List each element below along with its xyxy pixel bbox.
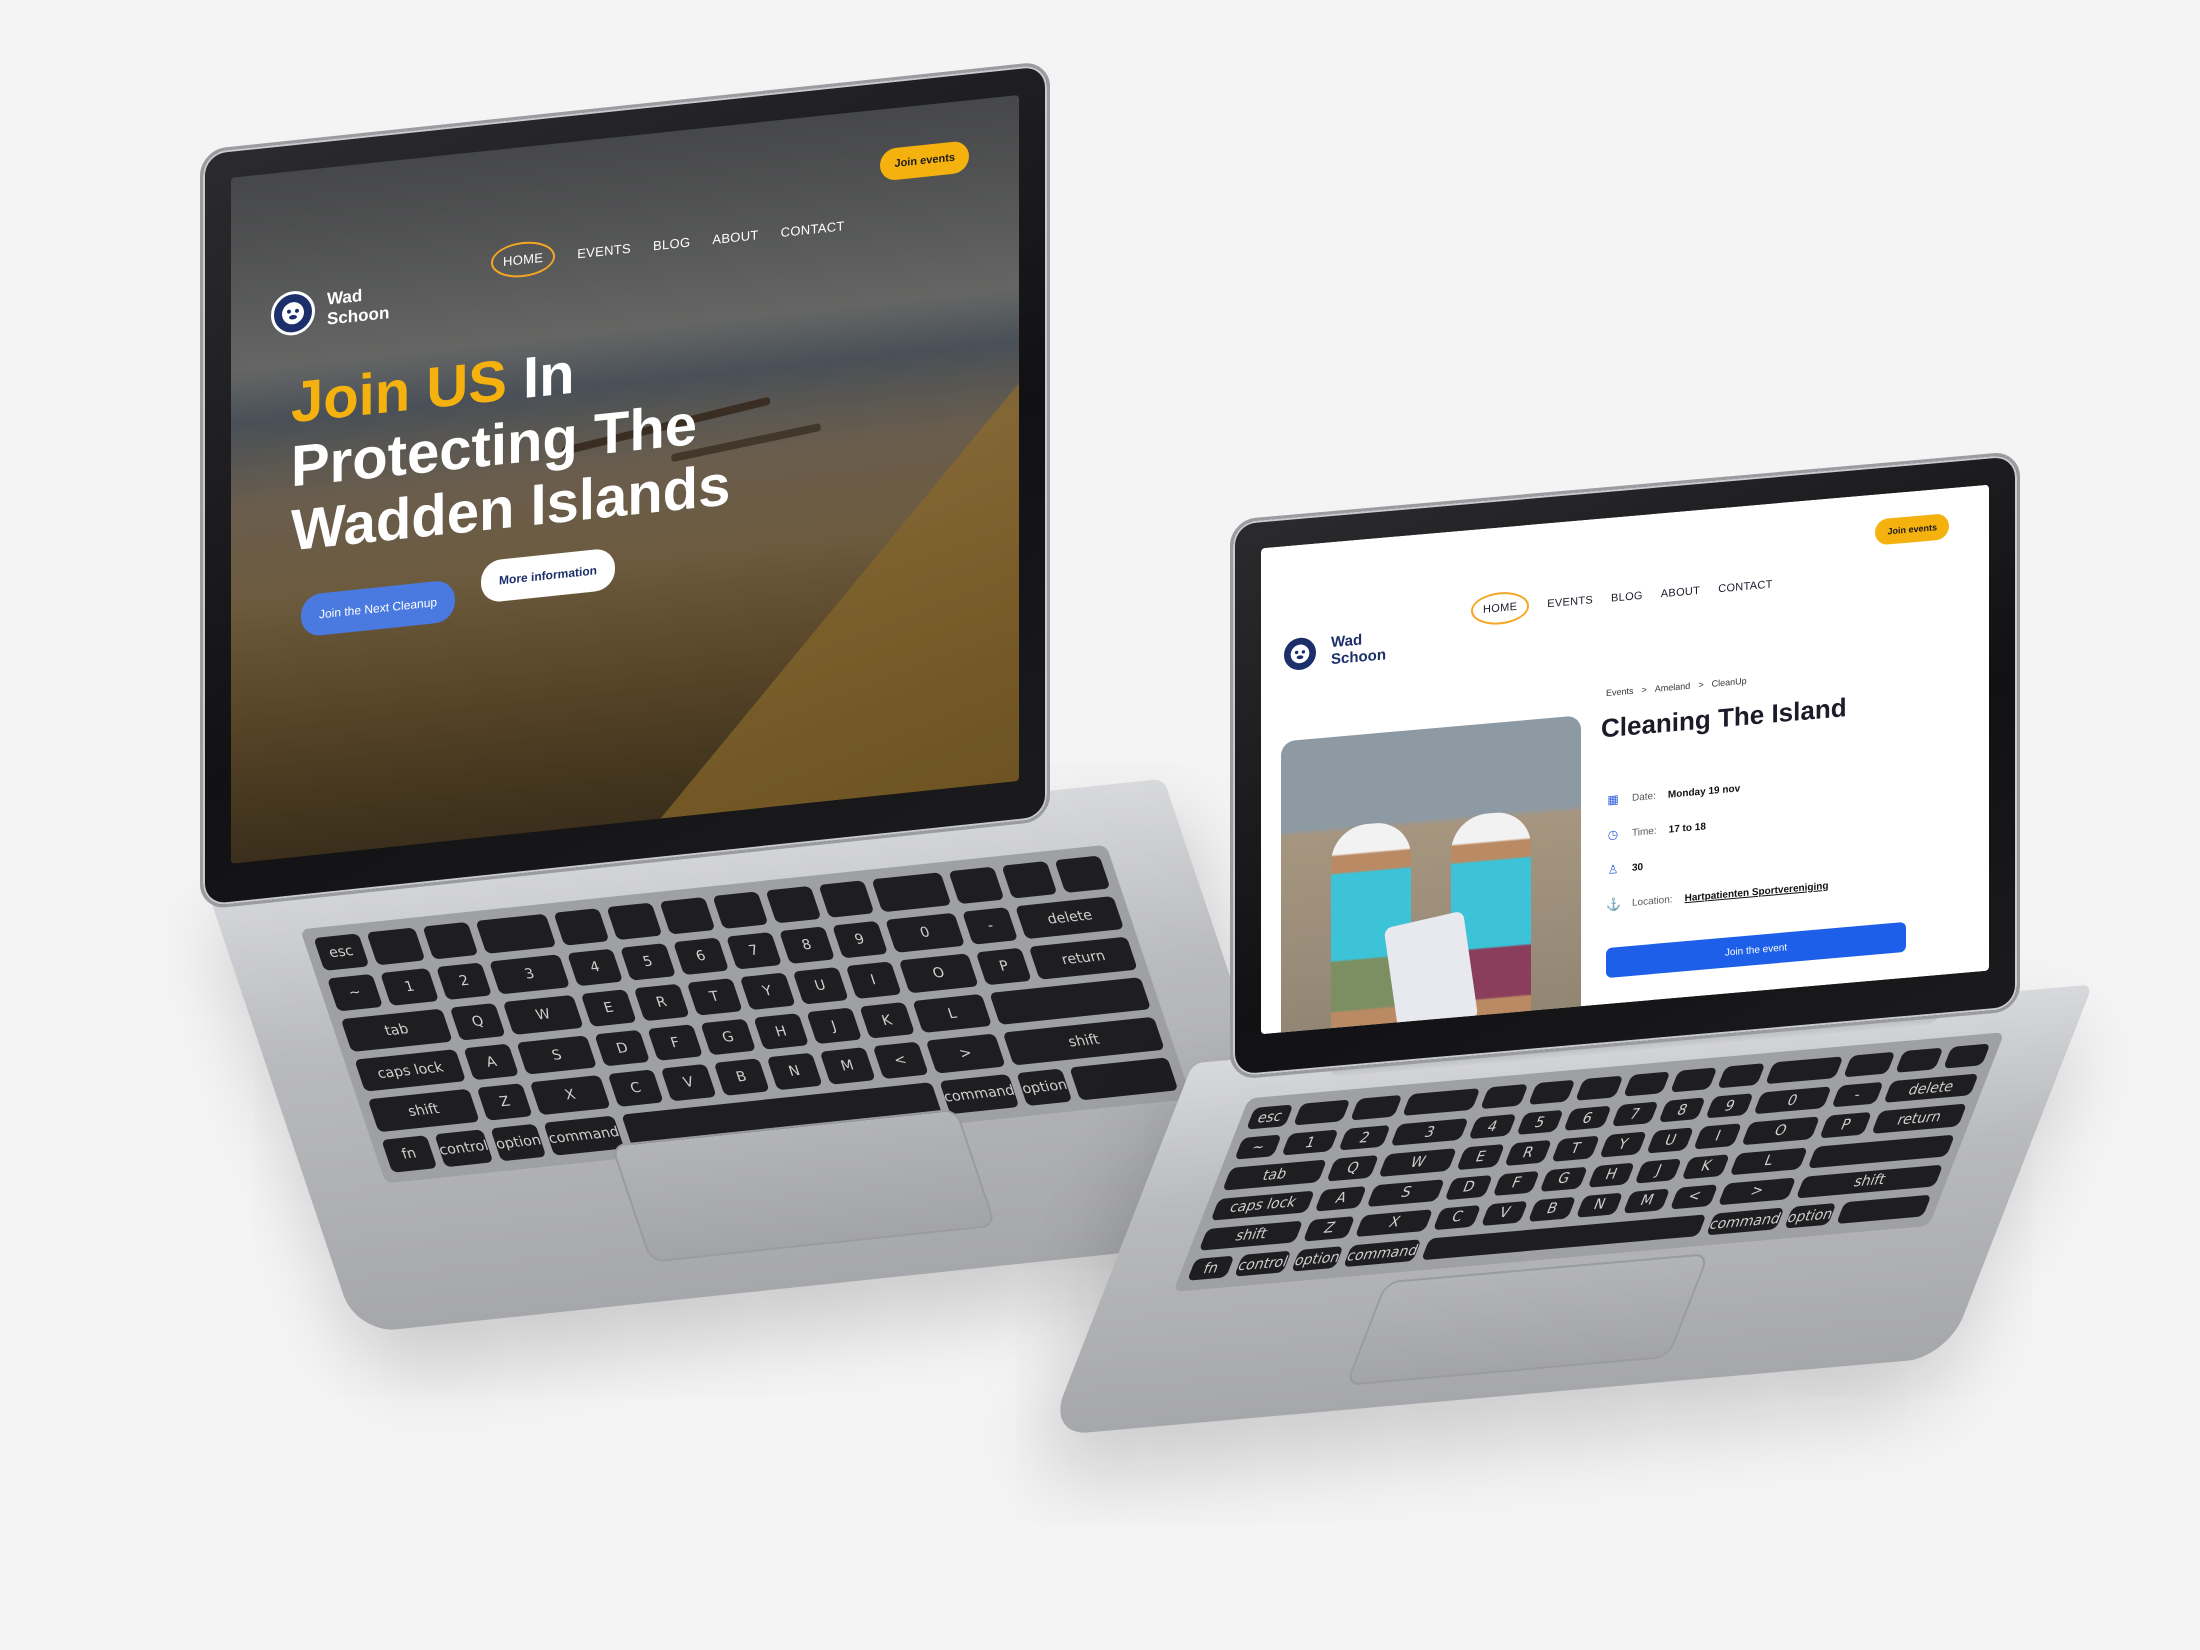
- chevron-right-icon: >: [1641, 684, 1647, 695]
- nav-about[interactable]: ABOUT: [712, 227, 758, 247]
- calendar-icon: ▦: [1607, 791, 1619, 807]
- nav-about[interactable]: ABOUT: [1661, 585, 1700, 600]
- breadcrumb-cleanup: CleanUp: [1711, 675, 1747, 689]
- breadcrumb-events[interactable]: Events: [1606, 686, 1634, 698]
- screen-event: Wad Schoon HOME EVENTS BLOG ABOUT CONTAC…: [1261, 484, 1989, 1035]
- event-photo: [1281, 715, 1581, 1035]
- join-event-button[interactable]: Join the event: [1606, 921, 1906, 979]
- person-icon: ♙: [1607, 862, 1619, 877]
- nav-events[interactable]: EVENTS: [577, 241, 631, 262]
- join-events-button[interactable]: Join events: [1875, 513, 1949, 546]
- event-attendees: ♙ 30: [1607, 861, 1644, 877]
- chevron-right-icon: >: [1698, 679, 1704, 691]
- nav-home[interactable]: HOME: [491, 238, 556, 281]
- nav-events[interactable]: EVENTS: [1547, 594, 1593, 610]
- event-title: Cleaning The Island: [1601, 692, 1847, 744]
- trash-bag: [1383, 910, 1479, 1035]
- screen-home: Wad Schoon HOME EVENTS BLOG ABOUT CONTAC…: [231, 94, 1019, 864]
- nav-home[interactable]: HOME: [1471, 589, 1530, 627]
- event-page: Wad Schoon HOME EVENTS BLOG ABOUT CONTAC…: [1261, 484, 1989, 1035]
- trackpad: [1344, 1253, 1710, 1386]
- location-link[interactable]: Hartpatienten Sportvereniging: [1685, 880, 1829, 904]
- clock-icon: ◷: [1607, 827, 1619, 842]
- site-logo[interactable]: Wad Schoon: [1281, 627, 1386, 675]
- location-pin-icon: ⚓: [1606, 896, 1621, 913]
- nav-blog[interactable]: BLOG: [1611, 590, 1643, 605]
- event-time: ◷ Time: 17 to 18: [1607, 820, 1706, 842]
- laptop-left-lid: Wad Schoon HOME EVENTS BLOG ABOUT CONTAC…: [200, 60, 1050, 911]
- event-location: ⚓ Location: Hartpatienten Sportverenigin…: [1606, 880, 1829, 913]
- breadcrumb-ameland[interactable]: Ameland: [1655, 681, 1691, 694]
- seal-logo-icon: [1281, 633, 1319, 675]
- nav-blog[interactable]: BLOG: [653, 234, 690, 253]
- brand-name-line2: Schoon: [1331, 646, 1386, 669]
- event-date: ▦ Date: Monday 19 nov: [1607, 782, 1741, 807]
- laptop-right-lid: Wad Schoon HOME EVENTS BLOG ABOUT CONTAC…: [1230, 450, 2020, 1081]
- nav-contact[interactable]: CONTACT: [781, 218, 845, 240]
- breadcrumb: Events > Ameland > CleanUp: [1606, 676, 1747, 698]
- nav-contact[interactable]: CONTACT: [1718, 579, 1772, 596]
- hero-title-rest: In: [506, 340, 575, 413]
- mockup-stage: esc ~1 2 3 4 5 6 7 8 9 0- delete tab Q W E R T Y U I O Pretu…: [0, 0, 2200, 1650]
- main-nav: HOME EVENTS BLOG ABOUT CONTACT: [1471, 569, 1773, 627]
- seal-logo-icon: [271, 288, 315, 338]
